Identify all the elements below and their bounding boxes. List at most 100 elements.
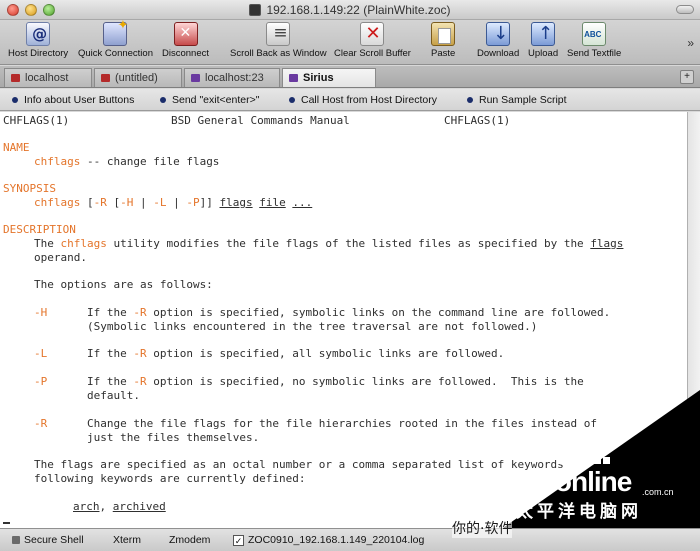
status-label: Secure Shell [24, 534, 84, 546]
new-tab-button[interactable]: + [680, 70, 694, 84]
option-flag-h: -H [34, 306, 48, 319]
user-button-call-host[interactable]: Call Host from Host Directory [289, 94, 437, 106]
option-h-line-2: (Symbolic links encountered in the tree … [87, 320, 538, 333]
tab-localhost[interactable]: localhost [4, 68, 92, 87]
window-controls [7, 4, 55, 16]
status-transfer-protocol[interactable]: Zmodem [169, 534, 210, 546]
upload-label: Upload [528, 48, 559, 59]
user-button-bar: Info about User Buttons Send "exit<enter… [0, 89, 700, 111]
watermark-left-text: 你的·软件 [452, 518, 513, 538]
user-button-label: Call Host from Host Directory [301, 94, 437, 106]
option-r-line-2: just the files themselves. [87, 431, 260, 444]
flags-paragraph-line-2: following keywords are currently defined… [34, 472, 306, 485]
terminal-cursor [3, 516, 10, 524]
keyword-line: arch, archived [73, 500, 166, 513]
close-window-button[interactable] [7, 4, 19, 16]
lock-icon [12, 536, 20, 544]
option-l-line-1: If the -R option is specified, all symbo… [87, 347, 505, 360]
terminal-document-icon [249, 3, 262, 16]
description-line-1: The chflags utility modifies the file fl… [34, 237, 624, 250]
watermark-brand: PConline [518, 466, 632, 497]
name-line: chflags -- change file flags [34, 155, 220, 168]
disconnect-button[interactable]: Disconnect [162, 22, 209, 64]
tab-label: (untitled) [115, 72, 158, 84]
paste-label: Paste [431, 48, 456, 59]
user-button-label: Send "exit<enter>" [172, 94, 260, 106]
upload-button[interactable]: Upload [528, 22, 558, 64]
tab-status-icon [191, 74, 200, 82]
paste-icon [431, 22, 456, 46]
zoom-window-button[interactable] [43, 4, 55, 16]
host-directory-icon [26, 22, 51, 46]
description-line-2: operand. [34, 251, 87, 264]
bullet-icon [467, 97, 473, 103]
option-p-line-2: default. [87, 389, 140, 402]
bullet-icon [160, 97, 166, 103]
bullet-icon [12, 97, 18, 103]
option-flag-p: -P [34, 375, 48, 388]
send-textfile-label: Send Textfile [567, 48, 622, 59]
watermark-pixel-logo [558, 439, 610, 464]
man-header: CHFLAGS(1) BSD General Commands Manual CHF… [3, 114, 511, 127]
quick-connection-icon [103, 18, 128, 46]
option-flag-l: -L [34, 347, 48, 360]
bullet-icon [289, 97, 295, 103]
tab-label: localhost:23 [205, 72, 264, 84]
minimize-window-button[interactable] [25, 4, 37, 16]
section-heading-description: DESCRIPTION [3, 223, 76, 236]
disconnect-icon [173, 22, 198, 46]
tab-label: localhost [25, 72, 69, 84]
status-terminal-type[interactable]: Xterm [113, 534, 141, 546]
clear-buffer-icon [360, 22, 385, 46]
upload-icon [531, 22, 556, 46]
user-button-label: Run Sample Script [479, 94, 567, 106]
tab-localhost-23[interactable]: localhost:23 [184, 68, 280, 87]
quick-connection-button[interactable]: Quick Connection [78, 18, 153, 64]
scroll-back-button[interactable]: Scroll Back as Window [230, 22, 327, 64]
window-title: 192.168.1.149:22 (PlainWhite.zoc) [266, 2, 451, 17]
download-label: Download [477, 48, 520, 59]
clear-scroll-buffer-button[interactable]: Clear Scroll Buffer [334, 22, 411, 64]
status-label: ZOC0910_192.168.1.149_220104.log [248, 534, 425, 546]
watermark-domain: .com.cn [642, 487, 674, 497]
option-p-line-1: If the -R option is specified, no symbol… [87, 375, 584, 388]
logging-checkbox-icon[interactable]: ✓ [233, 534, 244, 546]
user-button-run-script[interactable]: Run Sample Script [467, 94, 567, 106]
download-button[interactable]: Download [477, 22, 519, 64]
tab-status-icon [101, 74, 110, 82]
tab-label: Sirius [303, 72, 334, 84]
toolbar: Host Directory Quick Connection Disconne… [0, 18, 700, 65]
scroll-back-icon [266, 22, 291, 46]
status-emulation-ssh[interactable]: Secure Shell [12, 534, 84, 546]
quick-connection-label: Quick Connection [78, 48, 153, 59]
session-tab-bar: localhost (untitled) localhost:23 Sirius… [0, 66, 700, 88]
option-flag-r: -R [34, 417, 48, 430]
section-heading-name: NAME [3, 141, 30, 154]
clear-buffer-label: Clear Scroll Buffer [334, 48, 411, 59]
option-h-line-1: If the -R option is specified, symbolic … [87, 306, 611, 319]
status-logfile[interactable]: ✓ ZOC0910_192.168.1.149_220104.log [233, 534, 424, 546]
status-label: Zmodem [169, 534, 211, 546]
send-textfile-icon [582, 22, 607, 46]
tab-untitled[interactable]: (untitled) [94, 68, 182, 87]
watermark-chinese-name: 太平洋电脑网 [516, 502, 642, 522]
toolbar-overflow-icon[interactable]: » [687, 36, 694, 50]
user-button-label: Info about User Buttons [24, 94, 135, 106]
user-button-info[interactable]: Info about User Buttons [12, 94, 134, 106]
status-bar: Secure Shell Xterm Zmodem ✓ ZOC0910_192.… [0, 528, 700, 551]
host-directory-label: Host Directory [8, 48, 69, 59]
host-directory-button[interactable]: Host Directory [8, 22, 68, 64]
send-textfile-button[interactable]: Send Textfile [567, 22, 621, 64]
synopsis-line: chflags [-R [-H | -L | -P]] flags file .… [34, 196, 313, 209]
scroll-back-label: Scroll Back as Window [230, 48, 327, 59]
disconnect-label: Disconnect [162, 48, 209, 59]
toolbar-toggle-button[interactable] [676, 5, 694, 14]
tab-status-icon [289, 74, 298, 82]
paste-button[interactable]: Paste [431, 22, 455, 64]
options-intro: The options are as follows: [34, 278, 213, 291]
section-heading-synopsis: SYNOPSIS [3, 182, 56, 195]
status-label: Xterm [113, 534, 142, 546]
title-bar: 192.168.1.149:22 (PlainWhite.zoc) [0, 0, 700, 20]
tab-sirius[interactable]: Sirius [282, 68, 376, 87]
user-button-send-exit[interactable]: Send "exit<enter>" [160, 94, 259, 106]
